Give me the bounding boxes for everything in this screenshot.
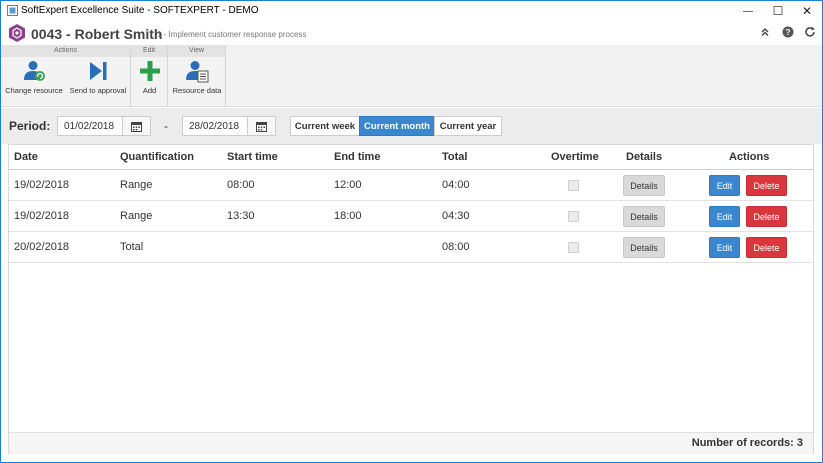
current-week-button[interactable]: Current week	[290, 116, 360, 136]
add-button[interactable]: Add	[131, 59, 168, 95]
ribbon-group-label: View	[168, 45, 225, 57]
overtime-checkbox[interactable]	[568, 180, 579, 191]
column-header-start-time[interactable]: Start time	[227, 151, 278, 163]
resource-data-label: Resource data	[172, 86, 222, 95]
current-month-button[interactable]: Current month	[359, 116, 435, 136]
maximize-button[interactable]: ☐	[762, 1, 794, 21]
window-title: SoftExpert Excellence Suite - SOFTEXPERT…	[21, 5, 259, 16]
cell-quantification: Total	[120, 241, 144, 253]
record-count: Number of records: 3	[691, 437, 803, 449]
period-start-input[interactable]	[57, 116, 123, 136]
resource-data-button[interactable]: Resource data	[168, 59, 226, 95]
header-separator: |	[145, 28, 148, 39]
period-filter-bar: Period: - Current week Current month Cur…	[1, 108, 822, 144]
cell-total: 04:00	[442, 179, 470, 191]
column-header-date[interactable]: Date	[14, 151, 38, 163]
end-calendar-button[interactable]	[247, 116, 276, 136]
edit-button[interactable]: Edit	[709, 175, 740, 196]
cell-quantification: Range	[120, 179, 153, 191]
title-bar: SoftExpert Excellence Suite - SOFTEXPERT…	[1, 1, 822, 21]
close-button[interactable]: ✕	[791, 1, 823, 21]
delete-button[interactable]: Delete	[746, 237, 787, 258]
cell-end-time: 18:00	[334, 210, 362, 222]
edit-button[interactable]: Edit	[709, 206, 740, 227]
delete-button[interactable]: Delete	[746, 206, 787, 227]
ribbon-group-edit: Edit Add	[131, 45, 168, 107]
change-resource-icon	[24, 61, 45, 81]
record-header: 0043 - Robert Smith | 1 - Implement cust…	[1, 21, 822, 45]
column-header-details: Details	[626, 151, 663, 163]
table-row: 20/02/2018 Total 08:00 Details Edit Dele…	[9, 232, 813, 263]
add-label: Add	[142, 86, 157, 95]
cell-date: 19/02/2018	[14, 179, 70, 191]
toolbar-ribbon: Actions Change resource Send to approval	[1, 45, 822, 107]
record-title: 0043 - Robert Smith	[31, 26, 163, 42]
delete-button[interactable]: Delete	[746, 175, 787, 196]
refresh-icon[interactable]	[803, 25, 817, 39]
details-button[interactable]: Details	[623, 237, 665, 258]
table-row: 19/02/2018 Range 13:30 18:00 04:30 Detai…	[9, 201, 813, 232]
svg-text:?: ?	[786, 28, 791, 37]
send-to-approval-label: Send to approval	[69, 86, 127, 95]
minimize-icon: —	[743, 5, 753, 17]
send-approval-icon	[90, 62, 107, 80]
timesheet-table: Date Quantification Start time End time …	[8, 144, 814, 454]
minimize-button[interactable]: —	[732, 1, 764, 21]
details-button[interactable]: Details	[623, 206, 665, 227]
period-end-input[interactable]	[182, 116, 248, 136]
column-header-total[interactable]: Total	[442, 151, 467, 163]
edit-button[interactable]: Edit	[709, 237, 740, 258]
change-resource-label: Change resource	[5, 86, 63, 95]
cell-end-time: 12:00	[334, 179, 362, 191]
column-header-end-time[interactable]: End time	[334, 151, 380, 163]
cell-date: 19/02/2018	[14, 210, 70, 222]
table-row: 19/02/2018 Range 08:00 12:00 04:00 Detai…	[9, 170, 813, 201]
column-header-actions: Actions	[729, 151, 770, 163]
ribbon-group-view: View Resource data	[168, 45, 226, 107]
close-icon: ✕	[801, 4, 813, 18]
ribbon-group-actions: Actions Change resource Send to approval	[1, 45, 131, 107]
cell-total: 04:30	[442, 210, 470, 222]
period-dash: -	[164, 119, 168, 133]
collapse-icon[interactable]	[758, 25, 772, 39]
period-label: Period:	[9, 119, 51, 133]
cell-start-time: 13:30	[227, 210, 255, 222]
resource-data-icon	[186, 61, 209, 83]
app-window: SoftExpert Excellence Suite - SOFTEXPERT…	[0, 0, 823, 463]
cell-date: 20/02/2018	[14, 241, 70, 253]
table-footer: Number of records: 3	[9, 432, 813, 454]
send-to-approval-button[interactable]: Send to approval	[67, 59, 129, 95]
overtime-checkbox[interactable]	[568, 242, 579, 253]
calendar-icon	[131, 121, 142, 132]
record-hexagon-icon	[9, 24, 25, 42]
cell-start-time: 08:00	[227, 179, 255, 191]
ribbon-group-label: Actions	[1, 45, 130, 57]
cell-quantification: Range	[120, 210, 153, 222]
details-button[interactable]: Details	[623, 175, 665, 196]
column-header-overtime[interactable]: Overtime	[551, 151, 599, 163]
current-year-button[interactable]: Current year	[434, 116, 502, 136]
overtime-checkbox[interactable]	[568, 211, 579, 222]
calendar-icon	[256, 121, 267, 132]
maximize-icon: ☐	[772, 4, 784, 18]
record-subtitle: 1 - Implement customer response process	[157, 30, 307, 39]
cell-total: 08:00	[442, 241, 470, 253]
app-logo-icon	[7, 5, 18, 16]
ribbon-group-label: Edit	[131, 45, 167, 57]
help-icon[interactable]: ?	[781, 25, 795, 39]
add-icon	[139, 61, 160, 81]
change-resource-button[interactable]: Change resource	[3, 59, 65, 95]
column-header-quantification[interactable]: Quantification	[120, 151, 194, 163]
start-calendar-button[interactable]	[122, 116, 151, 136]
